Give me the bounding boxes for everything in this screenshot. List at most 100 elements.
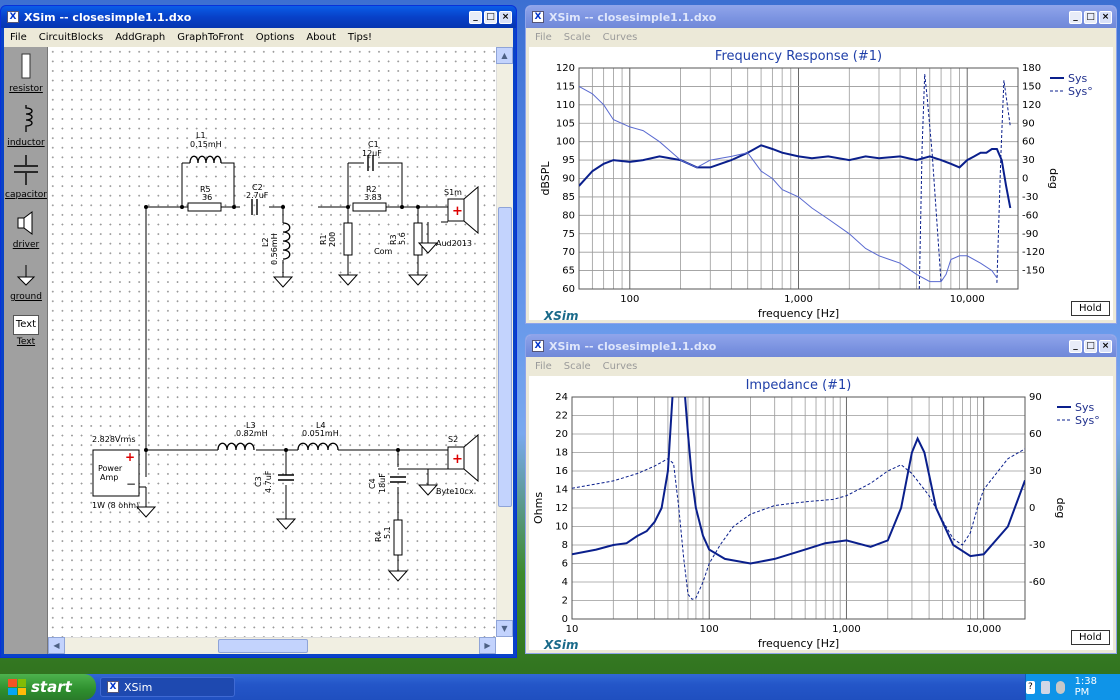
- maximize-button[interactable]: □: [1084, 10, 1097, 24]
- x-tick-label: 10,000: [950, 294, 985, 305]
- y-axis-label: Ohms: [532, 492, 545, 524]
- tool-text[interactable]: Text Text: [4, 315, 48, 347]
- graph2-title-bar[interactable]: X XSim -- closesimple1.1.dxo _ □ ×: [526, 335, 1116, 357]
- amp-label-1: Power: [98, 464, 123, 473]
- text-icon: Text: [13, 315, 39, 335]
- scroll-right-button[interactable]: ▶: [479, 637, 496, 654]
- tool-inductor[interactable]: inductor: [4, 105, 48, 148]
- y-tick-label: 16: [555, 466, 568, 477]
- chart-title: Impedance (#1): [746, 378, 852, 393]
- y2-tick-label: 180: [1022, 63, 1041, 74]
- tool-capacitor[interactable]: capacitor: [4, 155, 48, 200]
- network-icon[interactable]: [1040, 680, 1050, 694]
- graph2-menu-bar: File Scale Curves: [529, 357, 1113, 376]
- maximize-button[interactable]: □: [484, 10, 497, 24]
- x-tick-label: 10: [566, 624, 579, 635]
- legend-label: Sys°: [1068, 85, 1093, 98]
- y-tick-label: 100: [556, 137, 575, 148]
- main-menu-bar: File CircuitBlocks AddGraph GraphToFront…: [4, 28, 513, 47]
- start-button[interactable]: start: [0, 674, 96, 700]
- y-tick-label: 10: [555, 522, 568, 533]
- vertical-scrollbar[interactable]: ▲ ▼: [496, 47, 513, 637]
- tool-text-label: Text: [16, 337, 36, 347]
- scroll-down-button[interactable]: ▼: [496, 620, 513, 637]
- graph2-window-title: XSim -- closesimple1.1.dxo: [549, 339, 717, 353]
- series-sys-deg-line: [918, 74, 942, 289]
- c1-name: C1: [368, 140, 379, 149]
- taskbar-item-xsim[interactable]: X XSim: [100, 677, 235, 697]
- component-toolbox: resistor inductor capacitor driver groun…: [4, 47, 48, 654]
- circuit-canvas[interactable]: + + + − L1 0.15mH C1 12uF R5 36 C2 2.7uF…: [48, 47, 496, 637]
- tool-driver[interactable]: driver: [4, 211, 48, 250]
- graph1-title-bar[interactable]: X XSim -- closesimple1.1.dxo _ □ ×: [526, 6, 1116, 28]
- vertical-scroll-thumb[interactable]: [498, 207, 512, 507]
- minimize-button[interactable]: _: [469, 10, 482, 24]
- menu-addgraph[interactable]: AddGraph: [109, 32, 171, 43]
- main-window-title: XSim -- closesimple1.1.dxo: [24, 10, 192, 24]
- y2-tick-label: 60: [1029, 429, 1042, 440]
- impedance-chart: 2422201816141210864209060300-30-6010 100 1…: [532, 378, 1100, 650]
- legend-label: Sys°: [1075, 414, 1100, 427]
- menu-tips[interactable]: Tips!: [342, 32, 378, 43]
- menu-curves[interactable]: Curves: [597, 361, 644, 372]
- menu-circuitblocks[interactable]: CircuitBlocks: [33, 32, 109, 43]
- menu-curves[interactable]: Curves: [597, 32, 644, 43]
- y-tick-label: 95: [562, 155, 575, 166]
- c4-value: 18uF: [378, 473, 387, 493]
- scroll-left-button[interactable]: ◀: [48, 637, 65, 654]
- menu-graphtofront[interactable]: GraphToFront: [171, 32, 250, 43]
- close-button[interactable]: ×: [1099, 10, 1112, 24]
- legend-label: Sys: [1068, 72, 1087, 85]
- help-icon[interactable]: ?: [1025, 680, 1035, 694]
- menu-options[interactable]: Options: [250, 32, 301, 43]
- system-tray: ? 1:38 PM: [1025, 674, 1120, 700]
- horizontal-scrollbar[interactable]: ◀ ▶: [48, 637, 496, 654]
- y-tick-label: 120: [556, 63, 575, 74]
- menu-about[interactable]: About: [300, 32, 342, 43]
- driver-icon: [17, 211, 33, 235]
- minimize-button[interactable]: _: [1069, 10, 1082, 24]
- menu-scale[interactable]: Scale: [558, 361, 597, 372]
- tool-ground[interactable]: ground: [4, 263, 48, 302]
- graph1-window-title: XSim -- closesimple1.1.dxo: [549, 10, 717, 24]
- s1m-name: S1m: [444, 188, 462, 197]
- app-icon: X: [107, 681, 119, 693]
- c4-name: C4: [368, 478, 377, 489]
- maximize-button[interactable]: □: [1084, 339, 1097, 353]
- menu-file[interactable]: File: [529, 361, 558, 372]
- y2-tick-label: 120: [1022, 100, 1041, 111]
- hold-button[interactable]: Hold: [1071, 630, 1110, 645]
- y-tick-label: 115: [556, 81, 575, 92]
- app-icon: X: [7, 11, 19, 23]
- close-button[interactable]: ×: [499, 10, 512, 24]
- volume-icon[interactable]: [1055, 680, 1065, 694]
- c3-value: 4.7uF: [264, 470, 273, 493]
- y2-axis-label: deg: [1054, 498, 1067, 519]
- scroll-up-button[interactable]: ▲: [496, 47, 513, 64]
- hold-button[interactable]: Hold: [1071, 301, 1110, 316]
- tool-ground-label: ground: [10, 292, 42, 302]
- y-tick-label: 12: [555, 503, 568, 514]
- y2-tick-label: -30: [1022, 192, 1038, 203]
- minimize-button[interactable]: _: [1069, 339, 1082, 353]
- menu-file[interactable]: File: [529, 32, 558, 43]
- main-client: resistor inductor capacitor driver groun…: [4, 47, 513, 654]
- main-title-bar[interactable]: X XSim -- closesimple1.1.dxo _ □ ×: [1, 6, 516, 28]
- r4-value: 5.1: [383, 526, 392, 539]
- amp-label-2: Amp: [100, 473, 119, 482]
- menu-file[interactable]: File: [4, 32, 33, 43]
- close-button[interactable]: ×: [1099, 339, 1112, 353]
- tool-resistor-label: resistor: [9, 84, 43, 94]
- taskbar: start X XSim ? 1:38 PM: [0, 674, 1120, 700]
- r1-value: 200: [328, 231, 337, 247]
- menu-scale[interactable]: Scale: [558, 32, 597, 43]
- tool-resistor[interactable]: resistor: [4, 53, 48, 94]
- r5-value: 36: [202, 193, 213, 202]
- tool-capacitor-label: capacitor: [5, 190, 47, 200]
- y-tick-label: 14: [555, 485, 568, 496]
- x-tick-label: 1,000: [784, 294, 813, 305]
- capacitor-icon: [14, 155, 38, 185]
- y-tick-label: 2: [562, 596, 568, 607]
- y2-tick-label: -120: [1022, 247, 1045, 258]
- horizontal-scroll-thumb[interactable]: [218, 639, 308, 653]
